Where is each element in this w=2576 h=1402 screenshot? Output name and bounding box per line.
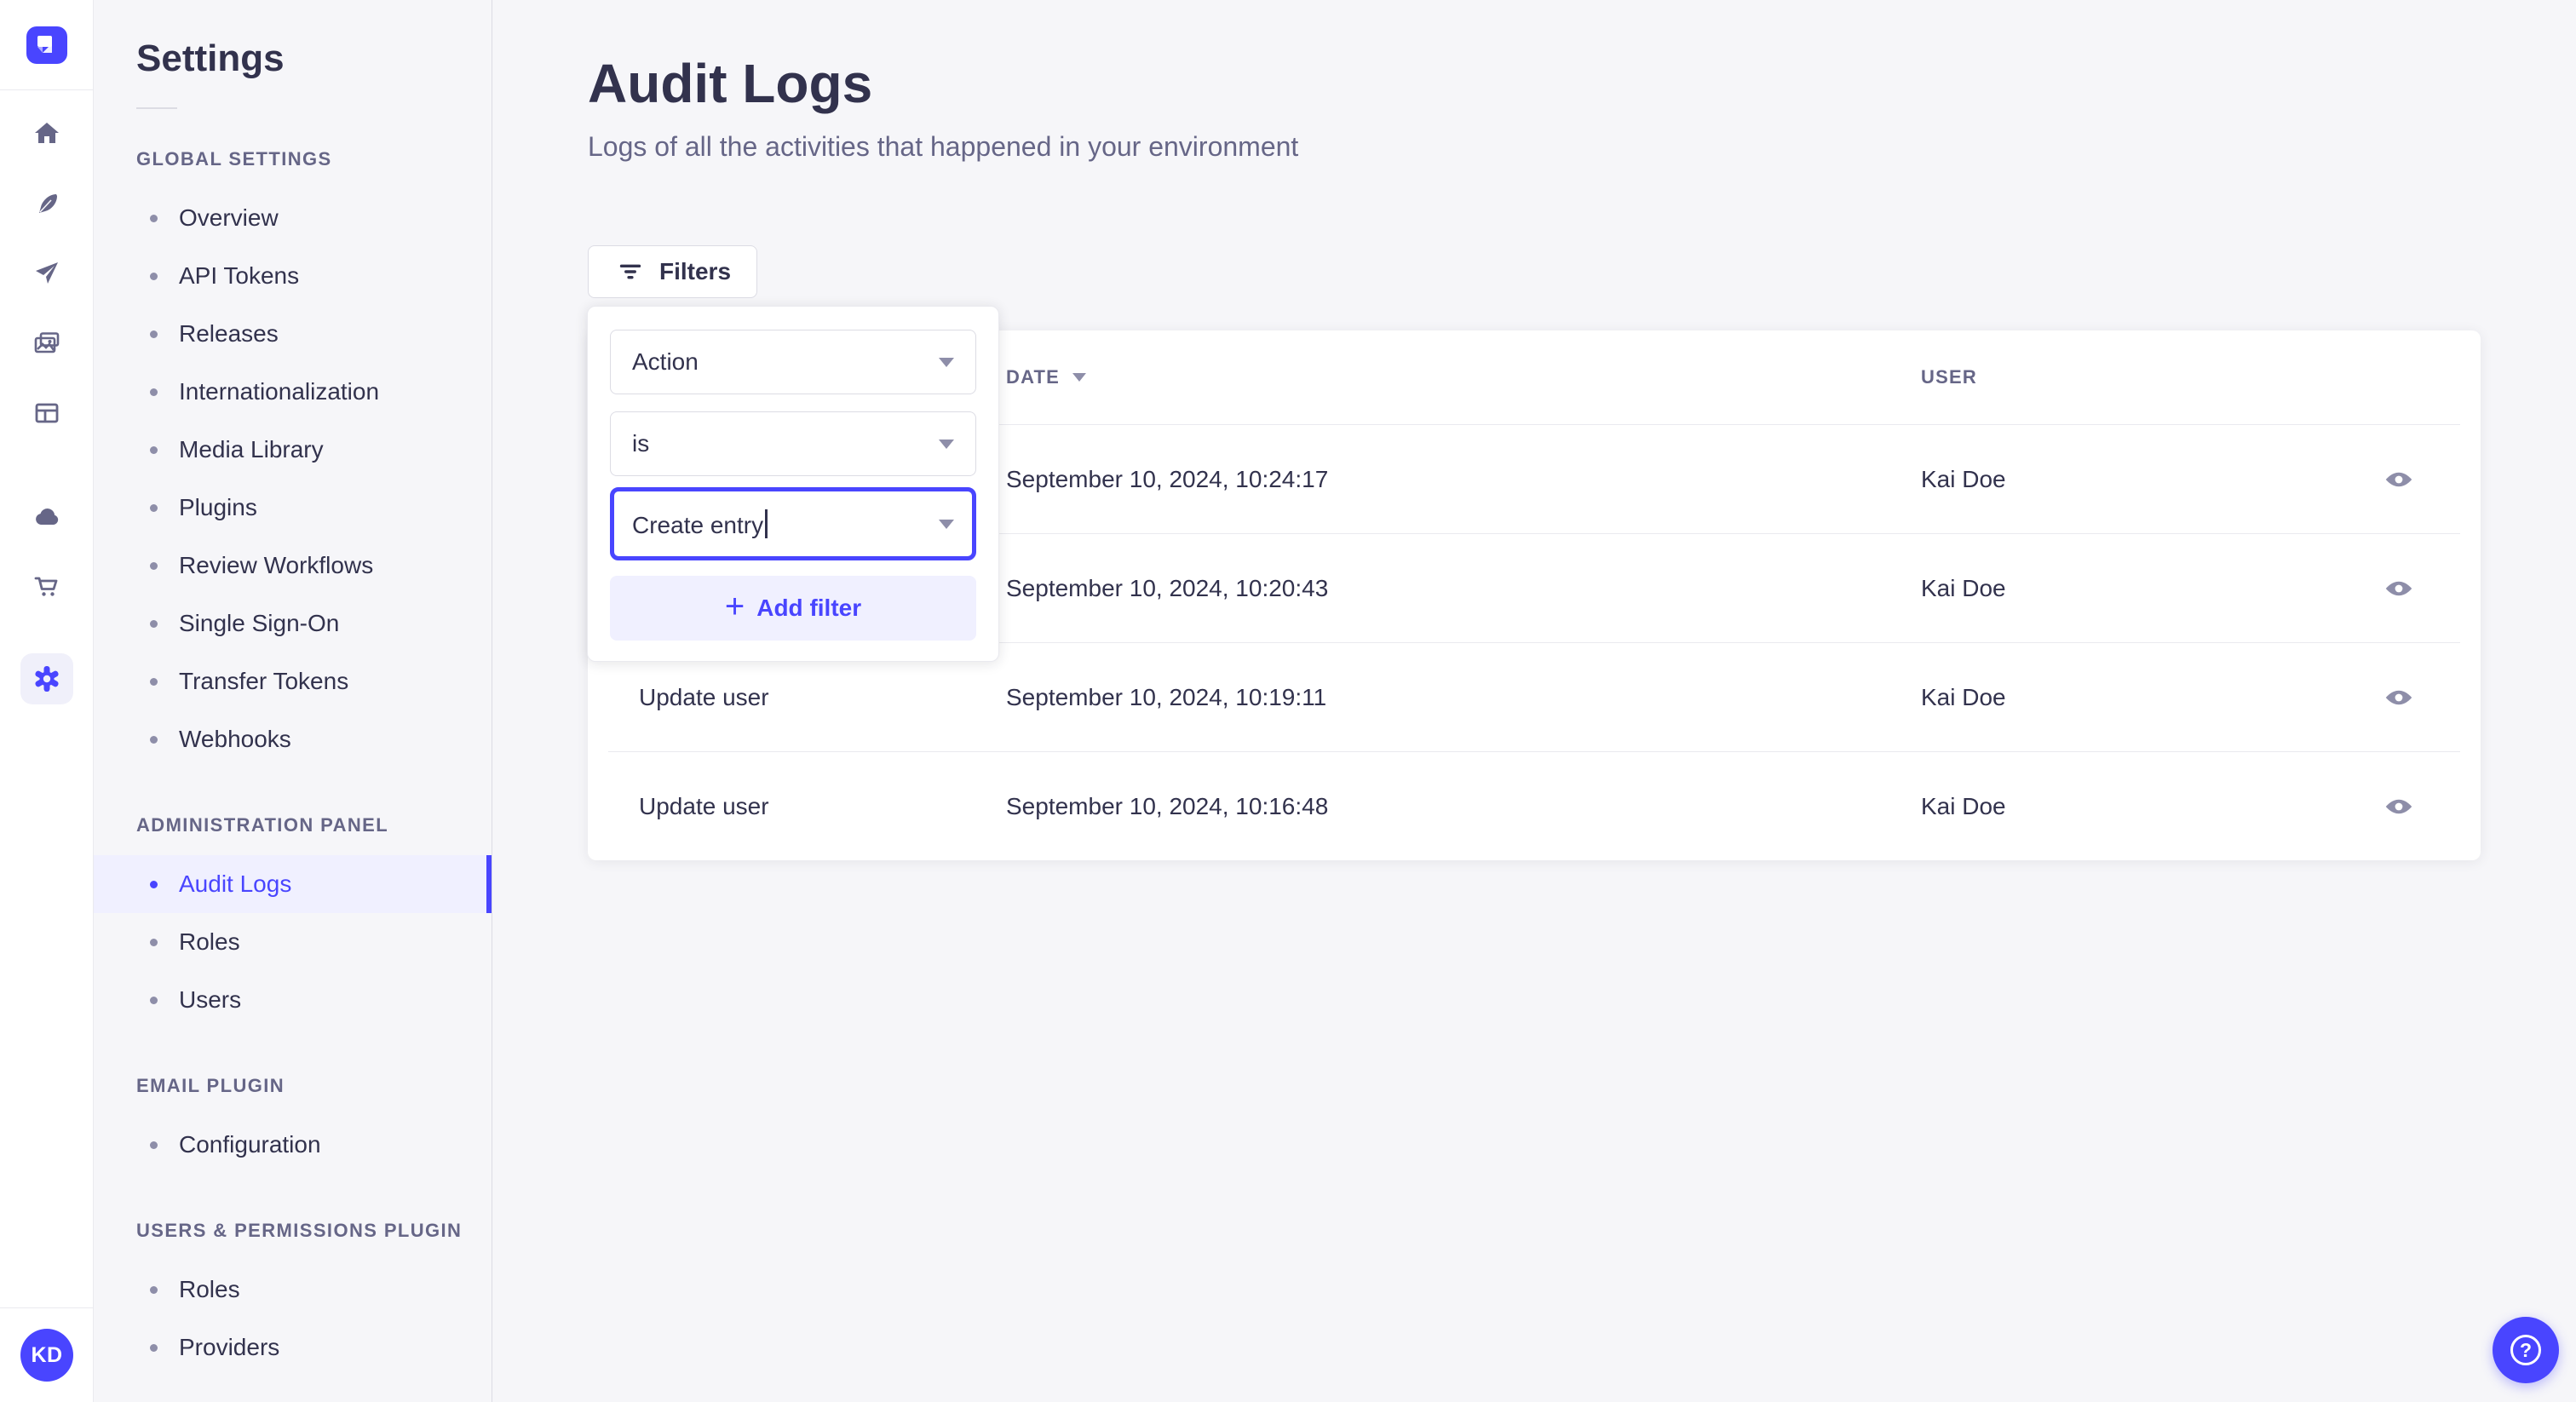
- sidebar-title: Settings: [136, 37, 285, 79]
- photos-icon[interactable]: [0, 308, 94, 378]
- eye-icon: [2385, 581, 2412, 595]
- bullet-icon: [150, 735, 158, 744]
- sidebar-divider: [136, 107, 177, 109]
- gear-icon: [20, 653, 73, 704]
- bullet-icon: [150, 1343, 158, 1352]
- layout-icon[interactable]: [0, 378, 94, 448]
- sidebar-item-overview[interactable]: Overview: [94, 189, 492, 247]
- section-label-global-settings: GLOBAL SETTINGS: [136, 148, 332, 170]
- filter-field-select[interactable]: Action: [610, 330, 976, 394]
- page-title: Audit Logs: [588, 53, 873, 114]
- sort-desc-icon: [1072, 373, 1087, 382]
- cell-action: Update user: [639, 683, 769, 710]
- eye-icon: [2385, 799, 2412, 813]
- strapi-logo-icon[interactable]: [26, 26, 67, 64]
- bullet-icon: [150, 996, 158, 1004]
- settings-rail-item[interactable]: [0, 644, 94, 714]
- main-content: Audit Logs Logs of all the activities th…: [492, 0, 2576, 1402]
- filter-value-combobox[interactable]: Create entry: [610, 487, 976, 560]
- add-filter-button[interactable]: + Add filter: [610, 576, 976, 641]
- question-mark-icon: ?: [2510, 1335, 2541, 1365]
- help-button[interactable]: ?: [2493, 1317, 2559, 1383]
- filter-operator-select[interactable]: is: [610, 411, 976, 476]
- cell-date: September 10, 2024, 10:20:43: [1006, 574, 1329, 601]
- filters-button[interactable]: Filters: [588, 245, 758, 298]
- bullet-icon: [150, 1285, 158, 1294]
- bullet-icon: [150, 445, 158, 454]
- chevron-down-icon: [939, 439, 954, 449]
- chevron-down-icon: [939, 519, 954, 529]
- text-cursor: [765, 509, 768, 538]
- app-icon-rail: KD: [0, 0, 94, 1402]
- sidebar-item-api-tokens[interactable]: API Tokens: [94, 247, 492, 305]
- cell-action: Update user: [639, 792, 769, 819]
- bullet-icon: [150, 1141, 158, 1149]
- bullet-icon: [150, 330, 158, 338]
- bullet-icon: [150, 272, 158, 280]
- cell-date: September 10, 2024, 10:16:48: [1006, 792, 1329, 819]
- bullet-icon: [150, 677, 158, 686]
- logo-area: [0, 0, 93, 90]
- sidebar-item-internationalization[interactable]: Internationalization: [94, 363, 492, 421]
- section-label-email-plugin: EMAIL PLUGIN: [136, 1075, 285, 1096]
- view-log-button[interactable]: [2368, 558, 2429, 619]
- sidebar-item-media-library[interactable]: Media Library: [94, 421, 492, 479]
- bullet-icon: [150, 214, 158, 222]
- section-label-users-permissions-plugin: USERS & PERMISSIONS PLUGIN: [136, 1220, 463, 1241]
- view-log-button[interactable]: [2368, 776, 2429, 837]
- page-subtitle: Logs of all the activities that happened…: [588, 131, 1299, 162]
- cell-date: September 10, 2024, 10:24:17: [1006, 465, 1329, 492]
- cell-date: September 10, 2024, 10:19:11: [1006, 683, 1327, 710]
- column-header-date[interactable]: DATE: [1006, 366, 1921, 388]
- sidebar-item-configuration[interactable]: Configuration: [94, 1116, 492, 1174]
- sidebar-item-releases[interactable]: Releases: [94, 305, 492, 363]
- section-label-administration-panel: ADMINISTRATION PANEL: [136, 814, 389, 836]
- column-header-user: USER: [1921, 366, 1977, 388]
- sidebar-item-transfer-tokens[interactable]: Transfer Tokens: [94, 652, 492, 710]
- sidebar-item-single-sign-on[interactable]: Single Sign-On: [94, 595, 492, 652]
- sidebar-item-webhooks[interactable]: Webhooks: [94, 710, 492, 768]
- feather-icon[interactable]: [0, 169, 94, 238]
- cloud-icon[interactable]: [0, 482, 94, 552]
- bullet-icon: [150, 938, 158, 946]
- home-icon[interactable]: [0, 99, 94, 169]
- table-row[interactable]: Update user September 10, 2024, 10:16:48…: [588, 752, 2481, 860]
- filter-icon: [619, 264, 641, 279]
- sidebar-item-review-workflows[interactable]: Review Workflows: [94, 537, 492, 595]
- chevron-down-icon: [939, 357, 954, 367]
- sidebar-item-admin-roles[interactable]: Roles: [94, 913, 492, 971]
- view-log-button[interactable]: [2368, 449, 2429, 510]
- bullet-icon: [150, 619, 158, 628]
- paper-plane-icon[interactable]: [0, 238, 94, 308]
- cell-user: Kai Doe: [1921, 683, 2006, 710]
- plus-icon: +: [724, 588, 745, 625]
- avatar[interactable]: KD: [20, 1329, 73, 1382]
- sidebar-item-plugins[interactable]: Plugins: [94, 479, 492, 537]
- settings-sidebar: Settings GLOBAL SETTINGS Overview API To…: [94, 0, 492, 1402]
- cell-user: Kai Doe: [1921, 574, 2006, 601]
- sidebar-item-audit-logs[interactable]: Audit Logs: [94, 855, 492, 913]
- sidebar-item-up-roles[interactable]: Roles: [94, 1261, 492, 1319]
- bullet-icon: [150, 388, 158, 396]
- bullet-icon: [150, 503, 158, 512]
- sidebar-item-providers[interactable]: Providers: [94, 1319, 492, 1376]
- view-log-button[interactable]: [2368, 667, 2429, 728]
- cell-user: Kai Doe: [1921, 792, 2006, 819]
- filter-popover: Action is Create entry + Add filter: [587, 306, 999, 662]
- bullet-icon: [150, 880, 158, 888]
- cart-icon[interactable]: [0, 552, 94, 622]
- bullet-icon: [150, 561, 158, 570]
- sidebar-item-admin-users[interactable]: Users: [94, 971, 492, 1029]
- eye-icon: [2385, 472, 2412, 486]
- eye-icon: [2385, 690, 2412, 704]
- cell-user: Kai Doe: [1921, 465, 2006, 492]
